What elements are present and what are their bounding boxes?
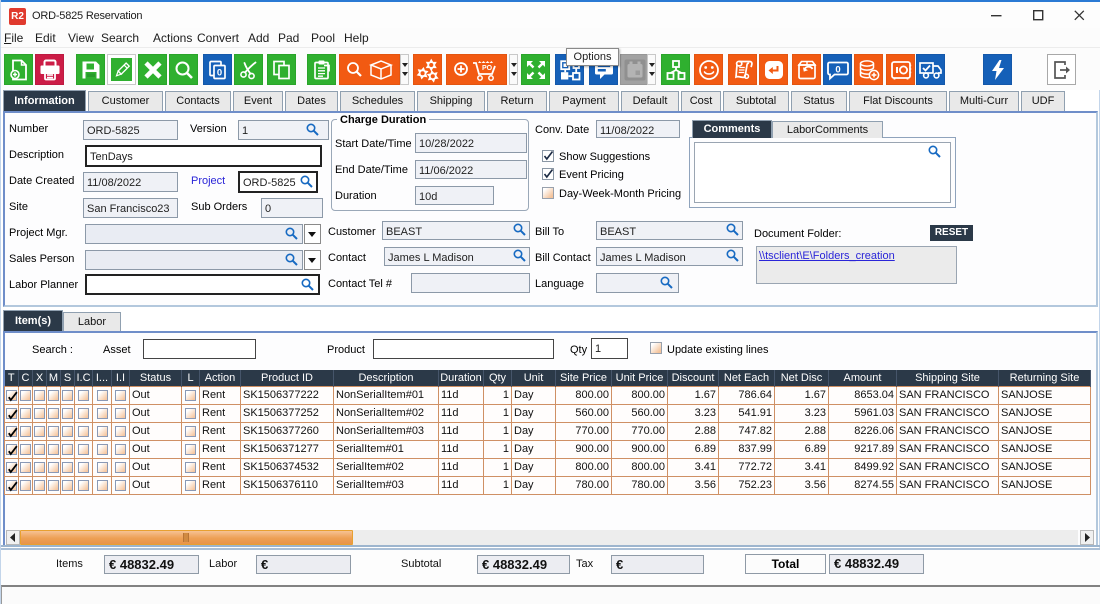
- svg-text:0: 0: [835, 64, 840, 75]
- svg-text:PO: PO: [481, 65, 492, 72]
- svg-text:0: 0: [216, 67, 221, 78]
